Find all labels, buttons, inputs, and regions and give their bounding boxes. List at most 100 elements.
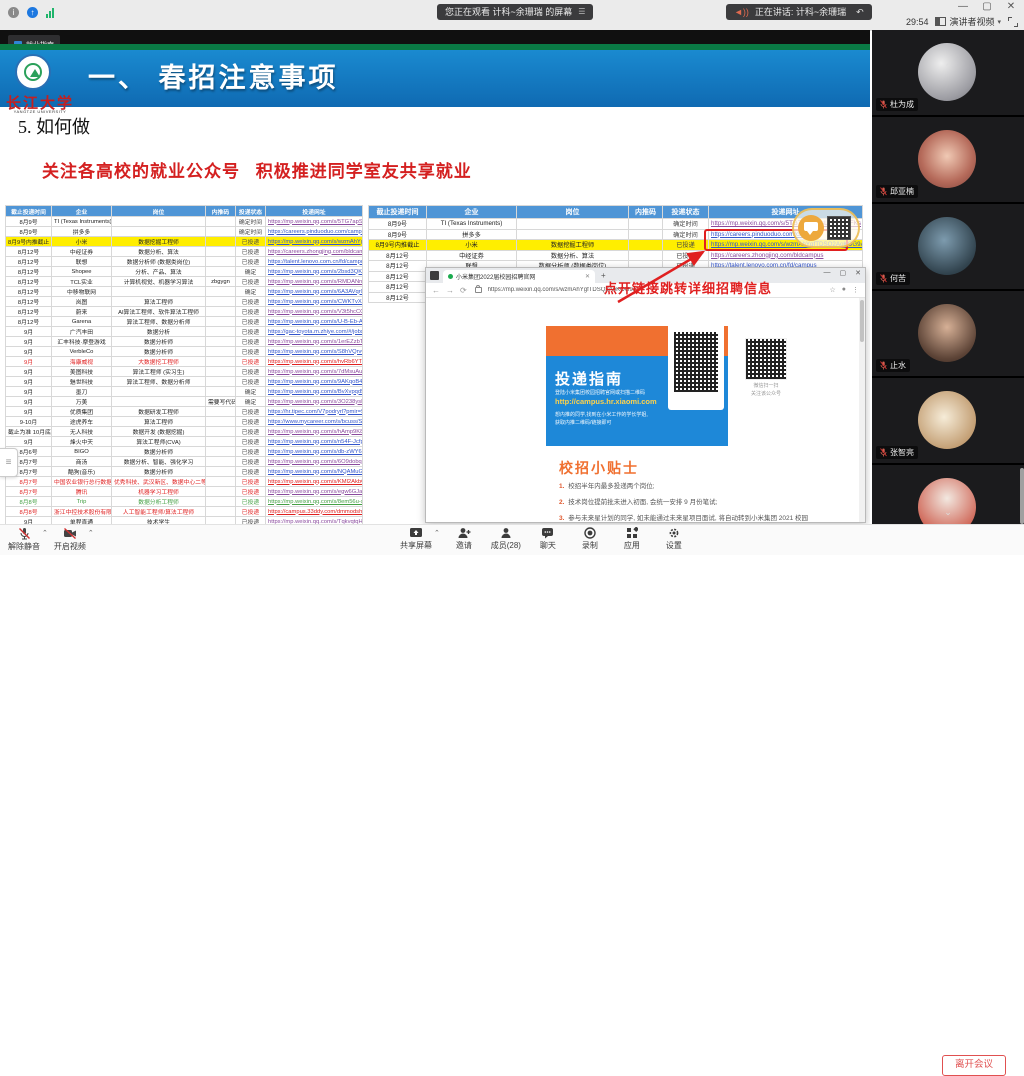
browser-minimize-button[interactable]: — bbox=[824, 269, 831, 277]
table-cell bbox=[629, 219, 663, 230]
close-button[interactable]: ✕ bbox=[1004, 1, 1018, 12]
upload-icon[interactable]: ↑ bbox=[27, 7, 38, 18]
table-cell bbox=[517, 219, 629, 230]
table-cell: 8月12号 bbox=[6, 277, 52, 287]
browser-scrollbar[interactable] bbox=[859, 298, 865, 522]
job-link[interactable]: https://talent.lenovo.com.cn/fd/campus bbox=[266, 257, 363, 267]
start-video-button[interactable]: 开启视频 bbox=[52, 527, 88, 552]
table-cell: 已投递 bbox=[236, 277, 266, 287]
tab-close-icon[interactable]: ✕ bbox=[585, 273, 590, 280]
return-arrow-icon[interactable]: ↶ bbox=[856, 4, 864, 20]
table-cell: 魅世科技 bbox=[52, 377, 112, 387]
job-link[interactable]: https://www.mycareer.com/s/bcuss/SV2900?… bbox=[266, 417, 363, 427]
members-button[interactable]: 成员(28) bbox=[488, 527, 524, 551]
browser-tab[interactable]: 小米集团2022届校园招聘官网 ✕ bbox=[443, 270, 595, 283]
tips-title: 校招小贴士 bbox=[559, 458, 639, 478]
job-link[interactable]: https://mp.weixin.qq.com/s/NQAMuG2ecmQx6… bbox=[266, 467, 363, 477]
chat-button[interactable]: 聊天 bbox=[530, 527, 566, 551]
job-link[interactable]: https://mp.weixin.qq.com/s/V3t5hcCO2yOfw… bbox=[266, 307, 363, 317]
job-link[interactable]: https://mp.weixin.qq.com/s/8em56u-sr-hgv… bbox=[266, 497, 363, 507]
job-link[interactable]: https://mp.weixin.qq.com/s/BvXvpqd5l6Q98… bbox=[266, 387, 363, 397]
table-cell bbox=[206, 407, 236, 417]
scroll-up-chevron[interactable]: ⌃ bbox=[944, 62, 952, 73]
job-link[interactable]: https://mp.weixin.qq.com/s/S8hVQrvO7mGy6… bbox=[266, 347, 363, 357]
job-link[interactable]: https://mp.weixin.qq.com/s/RMDANnsU9W-lf… bbox=[266, 277, 363, 287]
university-logo bbox=[15, 54, 51, 90]
job-link[interactable]: https://mp.weixin.qq.com/s/TqkvqtqHeGn-D… bbox=[266, 517, 363, 525]
table-row: 9月美图科技算法工程师 (实习生)已投递https://mp.weixin.qq… bbox=[6, 367, 363, 377]
minimize-button[interactable]: — bbox=[956, 1, 970, 12]
job-link[interactable]: https://mp.weixin.qq.com/s/7dMsuAu--zjmv… bbox=[266, 367, 363, 377]
participant-tile[interactable]: 张智亮 bbox=[872, 378, 1024, 463]
column-header: 投递网址 bbox=[266, 206, 363, 217]
job-link[interactable]: https://mp.weixin.qq.com/s/n54F-Jcfpne7B… bbox=[266, 437, 363, 447]
info-icon[interactable]: i bbox=[8, 7, 19, 18]
back-icon[interactable]: ← bbox=[432, 286, 440, 295]
job-link[interactable]: https://mp.weixin.qq.com/s/2bsd3QKuGhzEp… bbox=[266, 267, 363, 277]
video-options-caret[interactable]: ⌃ bbox=[88, 529, 94, 537]
leave-meeting-button[interactable]: 离开会议 bbox=[942, 1055, 1006, 1076]
table-row: 8月9号拼多多确定时间https://careers.pinduoduo.com… bbox=[6, 227, 363, 237]
participant-name: 何苦 bbox=[890, 273, 906, 284]
job-link[interactable]: https://mp.weixin.qq.com/s/5TG7apSe-osLG… bbox=[266, 217, 363, 227]
participant-tile[interactable]: 何苦 bbox=[872, 204, 1024, 289]
invite-button[interactable]: 邀请 bbox=[446, 527, 482, 551]
record-button[interactable]: 录制 bbox=[572, 527, 608, 551]
table-cell: 8月8号 bbox=[6, 507, 52, 517]
browser-close-button[interactable]: ✕ bbox=[855, 269, 861, 277]
fullscreen-icon[interactable] bbox=[1008, 17, 1018, 27]
participant-tile[interactable]: 邱亚楠 bbox=[872, 117, 1024, 202]
banner-menu-icon[interactable]: ☰ bbox=[578, 4, 585, 20]
job-link[interactable]: https://campus.33ddy.com/dmmodshs/pop/fg… bbox=[266, 507, 363, 517]
job-link[interactable]: https://hr.tipec.com/V7podryrl?pmir=963Q… bbox=[266, 407, 363, 417]
table-cell: 算法工程师(CVA) bbox=[112, 437, 206, 447]
job-link[interactable]: https://mp.weixin.qq.com/s/1erEZzbTN04O0… bbox=[266, 337, 363, 347]
job-link[interactable]: https://careers.pinduoduo.com/campus bbox=[266, 227, 363, 237]
table-cell: 数据研发工程师 bbox=[112, 407, 206, 417]
column-header: 投递状态 bbox=[663, 206, 709, 219]
job-link[interactable]: https://mp.weixin.qq.com/s/wzmAhYgfTDSQ2… bbox=[266, 237, 363, 247]
meeting-top-bar: i ↑ 您正在观看 计科~余珊瑞 的屏幕 ☰ ◄)) 正在讲话: 计科~余珊瑞 … bbox=[0, 0, 1024, 31]
table-cell bbox=[206, 517, 236, 525]
table-cell bbox=[206, 237, 236, 247]
forward-icon[interactable]: → bbox=[446, 286, 454, 295]
job-link[interactable]: https://mp.weixin.qq.com/s/9AKqoB41fAkTO… bbox=[266, 377, 363, 387]
apps-button[interactable]: 应用 bbox=[614, 527, 650, 551]
poster-line2: 想内推的同学,找到在小米工作的学长学姐, bbox=[555, 411, 648, 418]
sidebar-scrollbar[interactable] bbox=[1020, 468, 1024, 524]
reload-icon[interactable]: ⟳ bbox=[460, 286, 467, 295]
table-cell bbox=[206, 487, 236, 497]
job-link[interactable]: https://mp.weixin.qq.com/s/CWKTvXA2nCOrm… bbox=[266, 297, 363, 307]
job-link[interactable]: https://mp.weixin.qq.com/s/6O9dobqO5ux66… bbox=[266, 457, 363, 467]
job-link[interactable]: https://careers.zhongjing.com/bldcampus bbox=[709, 250, 863, 261]
mic-options-caret[interactable]: ⌃ bbox=[42, 529, 48, 537]
job-link[interactable]: https://mp.weixin.qq.com/s/db-zWY6Qq-dFh… bbox=[266, 447, 363, 457]
annotation-text: 点开链接跳转详细招聘信息 bbox=[604, 278, 772, 297]
job-link[interactable]: https://careers.zhongjing.com/bldcampus bbox=[266, 247, 363, 257]
column-header: 内推码 bbox=[206, 206, 236, 217]
job-link[interactable]: https://mp.weixin.qq.com/s/6A3AVqr06KXmE… bbox=[266, 287, 363, 297]
job-link[interactable]: https://mp.weixin.qq.com/s/U-B-Eb-AzVWWl… bbox=[266, 317, 363, 327]
job-link[interactable]: https://gac-toyota.m.zhiye.com/#/jobs?c=… bbox=[266, 327, 363, 337]
share-options-caret[interactable]: ⌃ bbox=[434, 529, 440, 537]
bookmark-icon[interactable]: ☆ bbox=[829, 286, 835, 294]
job-link[interactable]: https://mp.weixin.qq.com/s/hAmp9K86smEN8… bbox=[266, 427, 363, 437]
settings-button[interactable]: 设置 bbox=[656, 527, 692, 551]
job-link[interactable]: https://mp.weixin.qq.com/s/KMl2AkbQhcmQx… bbox=[266, 477, 363, 487]
unmute-label: 解除静音 bbox=[8, 541, 40, 552]
poster-link[interactable]: http://campus.hr.xiaomi.com bbox=[555, 397, 657, 406]
participant-tile[interactable]: 止水 bbox=[872, 291, 1024, 376]
job-link[interactable]: https://mp.weixin.qq.com/s/3O238ysMvlTy4… bbox=[266, 397, 363, 407]
side-widget[interactable]: ≡ bbox=[0, 448, 18, 477]
browser-maximize-button[interactable]: ▢ bbox=[840, 269, 847, 277]
scroll-down-chevron[interactable]: ⌄ bbox=[944, 507, 952, 518]
maximize-button[interactable]: ▢ bbox=[980, 1, 994, 12]
browser-menu-icon[interactable]: ⋮ bbox=[852, 286, 859, 294]
job-link[interactable]: https://mp.weixin.qq.com/s/egw6GJa8YmrCi… bbox=[266, 487, 363, 497]
view-mode-selector[interactable]: 演讲者视频 ▾ bbox=[935, 15, 1001, 28]
unmute-button[interactable]: 解除静音 bbox=[6, 527, 42, 552]
profile-icon[interactable]: ● bbox=[842, 286, 846, 294]
job-link[interactable]: https://mp.weixin.qq.com/s/hvRb6YTQr6e9n… bbox=[266, 357, 363, 367]
participant-name: 邱亚楠 bbox=[890, 186, 914, 197]
share-screen-button[interactable]: 共享屏幕 bbox=[398, 527, 434, 551]
